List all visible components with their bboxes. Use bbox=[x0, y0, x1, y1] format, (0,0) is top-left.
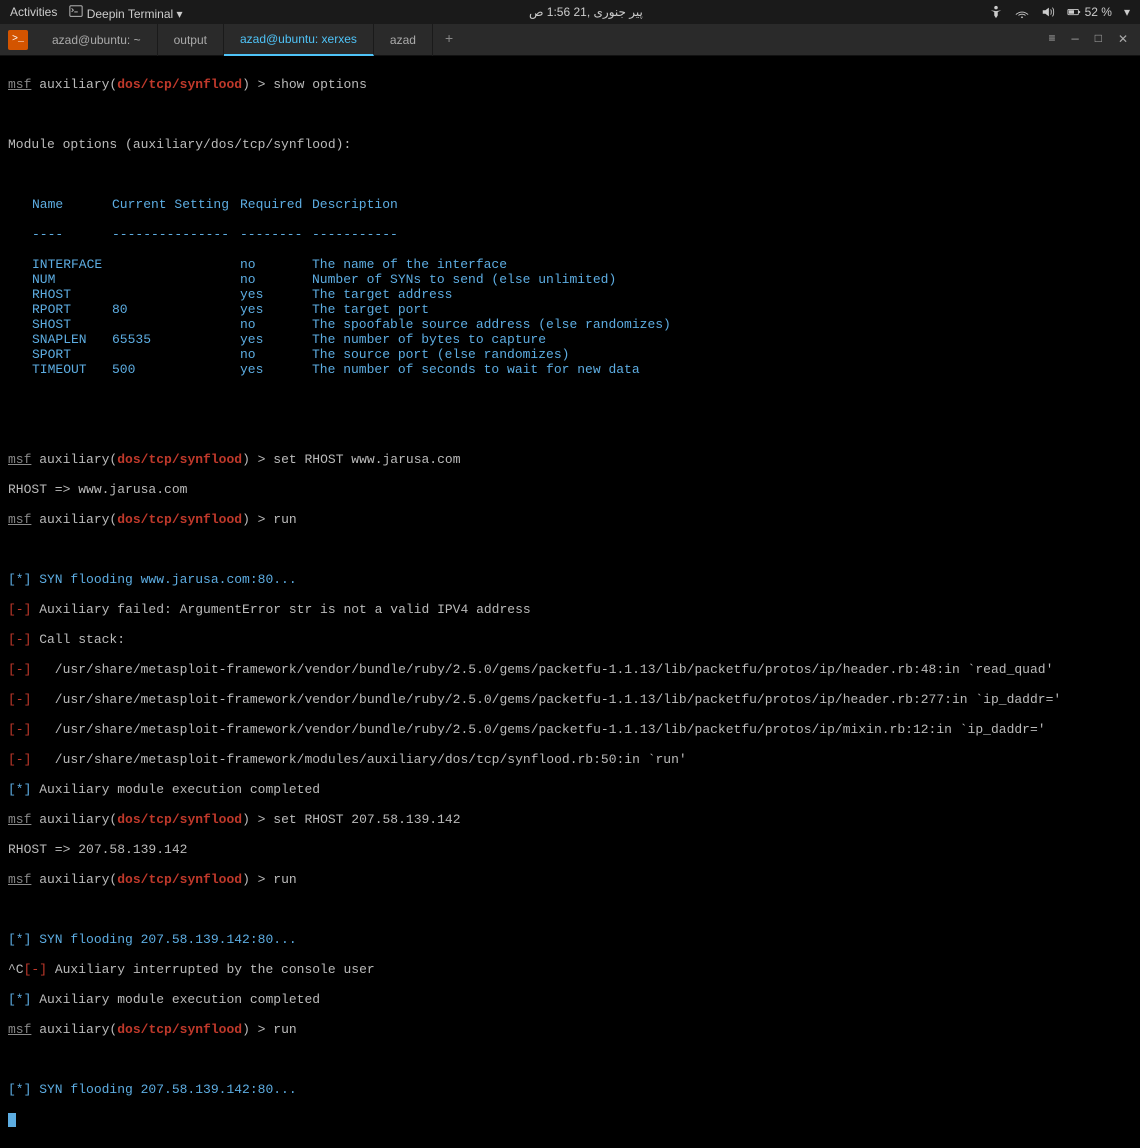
option-row: NUMnoNumber of SYNs to send (else unlimi… bbox=[32, 272, 1132, 287]
terminal-titlebar: >_ azad@ubuntu: ~ output azad@ubuntu: xe… bbox=[0, 24, 1140, 56]
minimize-button[interactable]: — bbox=[1072, 32, 1079, 47]
terminal-icon bbox=[69, 4, 83, 18]
tab-3[interactable]: azad bbox=[374, 24, 433, 56]
battery-icon bbox=[1067, 5, 1081, 19]
clock[interactable]: پیر جنوری ,21 1:56 ص bbox=[183, 5, 990, 19]
maximize-button[interactable]: □ bbox=[1095, 32, 1102, 47]
option-row: SPORTnoThe source port (else randomizes) bbox=[32, 347, 1132, 362]
cursor bbox=[8, 1113, 16, 1127]
terminal-output[interactable]: msf auxiliary(dos/tcp/synflood) > show o… bbox=[0, 56, 1140, 1148]
network-icon[interactable] bbox=[1015, 5, 1029, 19]
option-row: SNAPLEN65535yesThe number of bytes to ca… bbox=[32, 332, 1132, 347]
menu-button[interactable]: ≡ bbox=[1048, 32, 1055, 47]
accessibility-icon[interactable] bbox=[989, 5, 1003, 19]
battery-indicator[interactable]: 52 % bbox=[1067, 5, 1112, 20]
option-row: RHOSTyesThe target address bbox=[32, 287, 1132, 302]
activities-button[interactable]: Activities bbox=[10, 5, 57, 19]
option-row: INTERFACEnoThe name of the interface bbox=[32, 257, 1132, 272]
terminal-app-icon: >_ bbox=[8, 30, 28, 50]
volume-icon[interactable] bbox=[1041, 5, 1055, 19]
option-row: TIMEOUT500yesThe number of seconds to wa… bbox=[32, 362, 1132, 377]
msf-prompt: msf bbox=[8, 77, 31, 92]
tab-1[interactable]: output bbox=[158, 24, 224, 56]
module-header: Module options (auxiliary/dos/tcp/synflo… bbox=[8, 137, 1132, 152]
close-button[interactable]: ✕ bbox=[1118, 32, 1128, 47]
system-menu-arrow[interactable]: ▾ bbox=[1124, 5, 1130, 19]
command: show options bbox=[273, 77, 367, 92]
new-tab-button[interactable]: + bbox=[433, 32, 465, 48]
app-menu[interactable]: Deepin Terminal ▾ bbox=[69, 4, 182, 21]
gnome-topbar: Activities Deepin Terminal ▾ پیر جنوری ,… bbox=[0, 0, 1140, 24]
tab-0[interactable]: azad@ubuntu: ~ bbox=[36, 24, 158, 56]
tab-2[interactable]: azad@ubuntu: xerxes bbox=[224, 24, 374, 56]
option-row: RPORT80yesThe target port bbox=[32, 302, 1132, 317]
option-row: SHOSTnoThe spoofable source address (els… bbox=[32, 317, 1132, 332]
